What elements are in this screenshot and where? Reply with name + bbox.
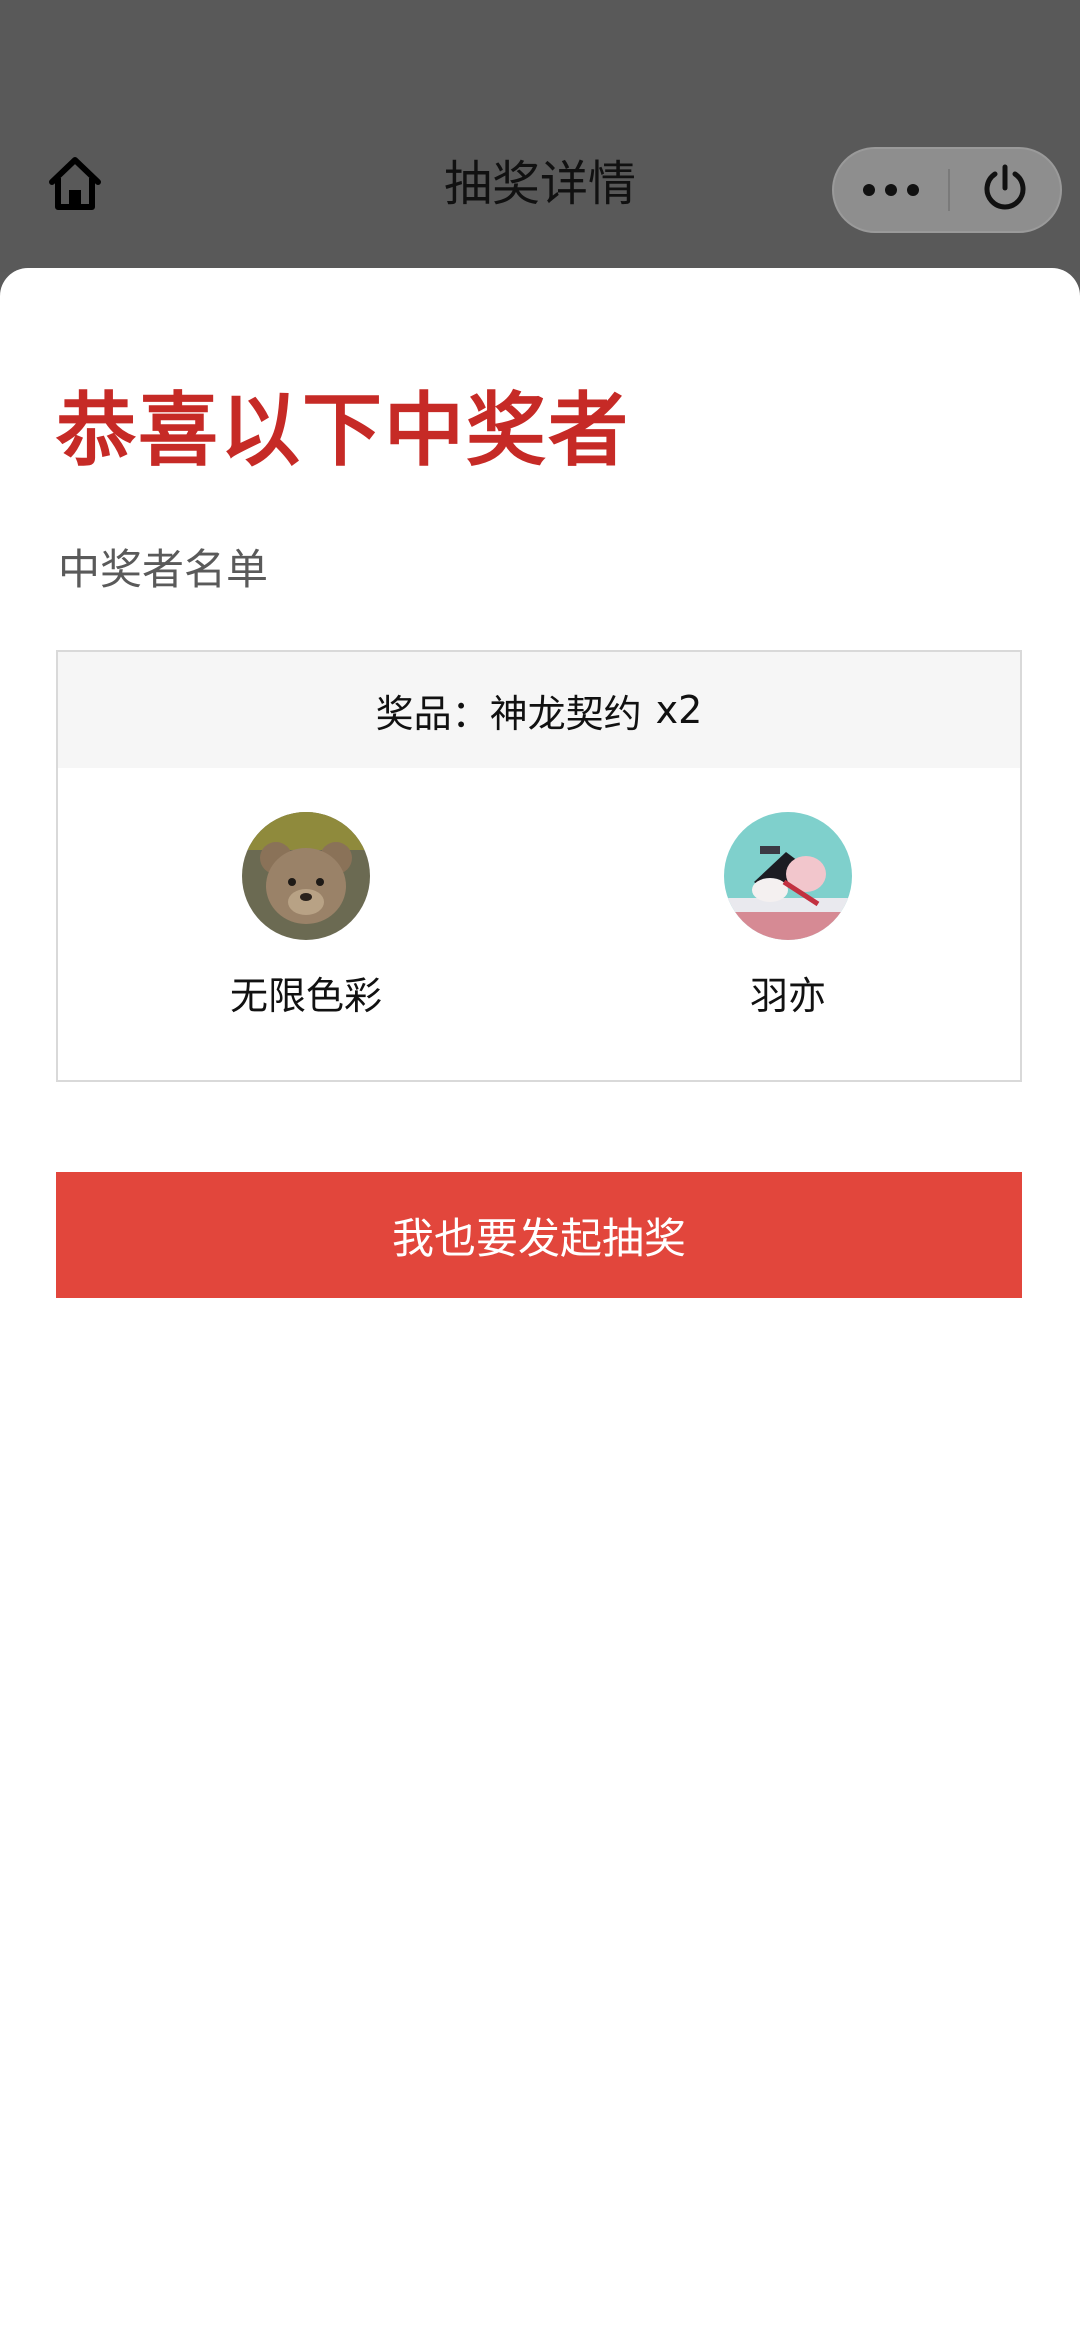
power-icon <box>979 162 1031 218</box>
prize-label: 奖品： <box>375 691 490 736</box>
anime-character-avatar <box>724 812 852 940</box>
winner-name: 羽亦 <box>749 974 826 1018</box>
lottery-detail-sheet: 恭喜以下中奖者 中奖者名单 奖品： 神龙契约 x2 无限色彩 羽亦 我也要发起抽… <box>0 268 1080 2339</box>
more-dots-icon <box>858 181 924 200</box>
prize-card: 奖品： 神龙契约 x2 无限色彩 羽亦 <box>56 650 1022 1082</box>
mini-program-capsule <box>832 147 1062 233</box>
winner-name: 无限色彩 <box>229 974 382 1018</box>
winner-list-label: 中奖者名单 <box>58 545 269 594</box>
start-lottery-button[interactable]: 我也要发起抽奖 <box>56 1172 1022 1298</box>
top-navbar: 抽奖详情 <box>0 0 1080 272</box>
page: 抽奖详情 恭喜以下中奖者 中奖者名单 奖品：神龙契约 x2 无限色彩 羽亦 我也… <box>0 0 1080 2339</box>
prize-quantity: x2 <box>655 688 703 732</box>
congrats-headline: 恭喜以下中奖者 <box>56 383 630 477</box>
close-button[interactable] <box>950 149 1060 231</box>
more-button[interactable] <box>834 149 948 231</box>
winner-item[interactable]: 无限色彩 <box>156 812 456 1022</box>
teddy-bear-avatar <box>242 812 370 940</box>
prize-name: 神龙契约 <box>489 691 642 736</box>
winner-item[interactable]: 羽亦 <box>638 812 938 1022</box>
prize-header: 奖品： 神龙契约 x2 <box>58 652 1020 768</box>
